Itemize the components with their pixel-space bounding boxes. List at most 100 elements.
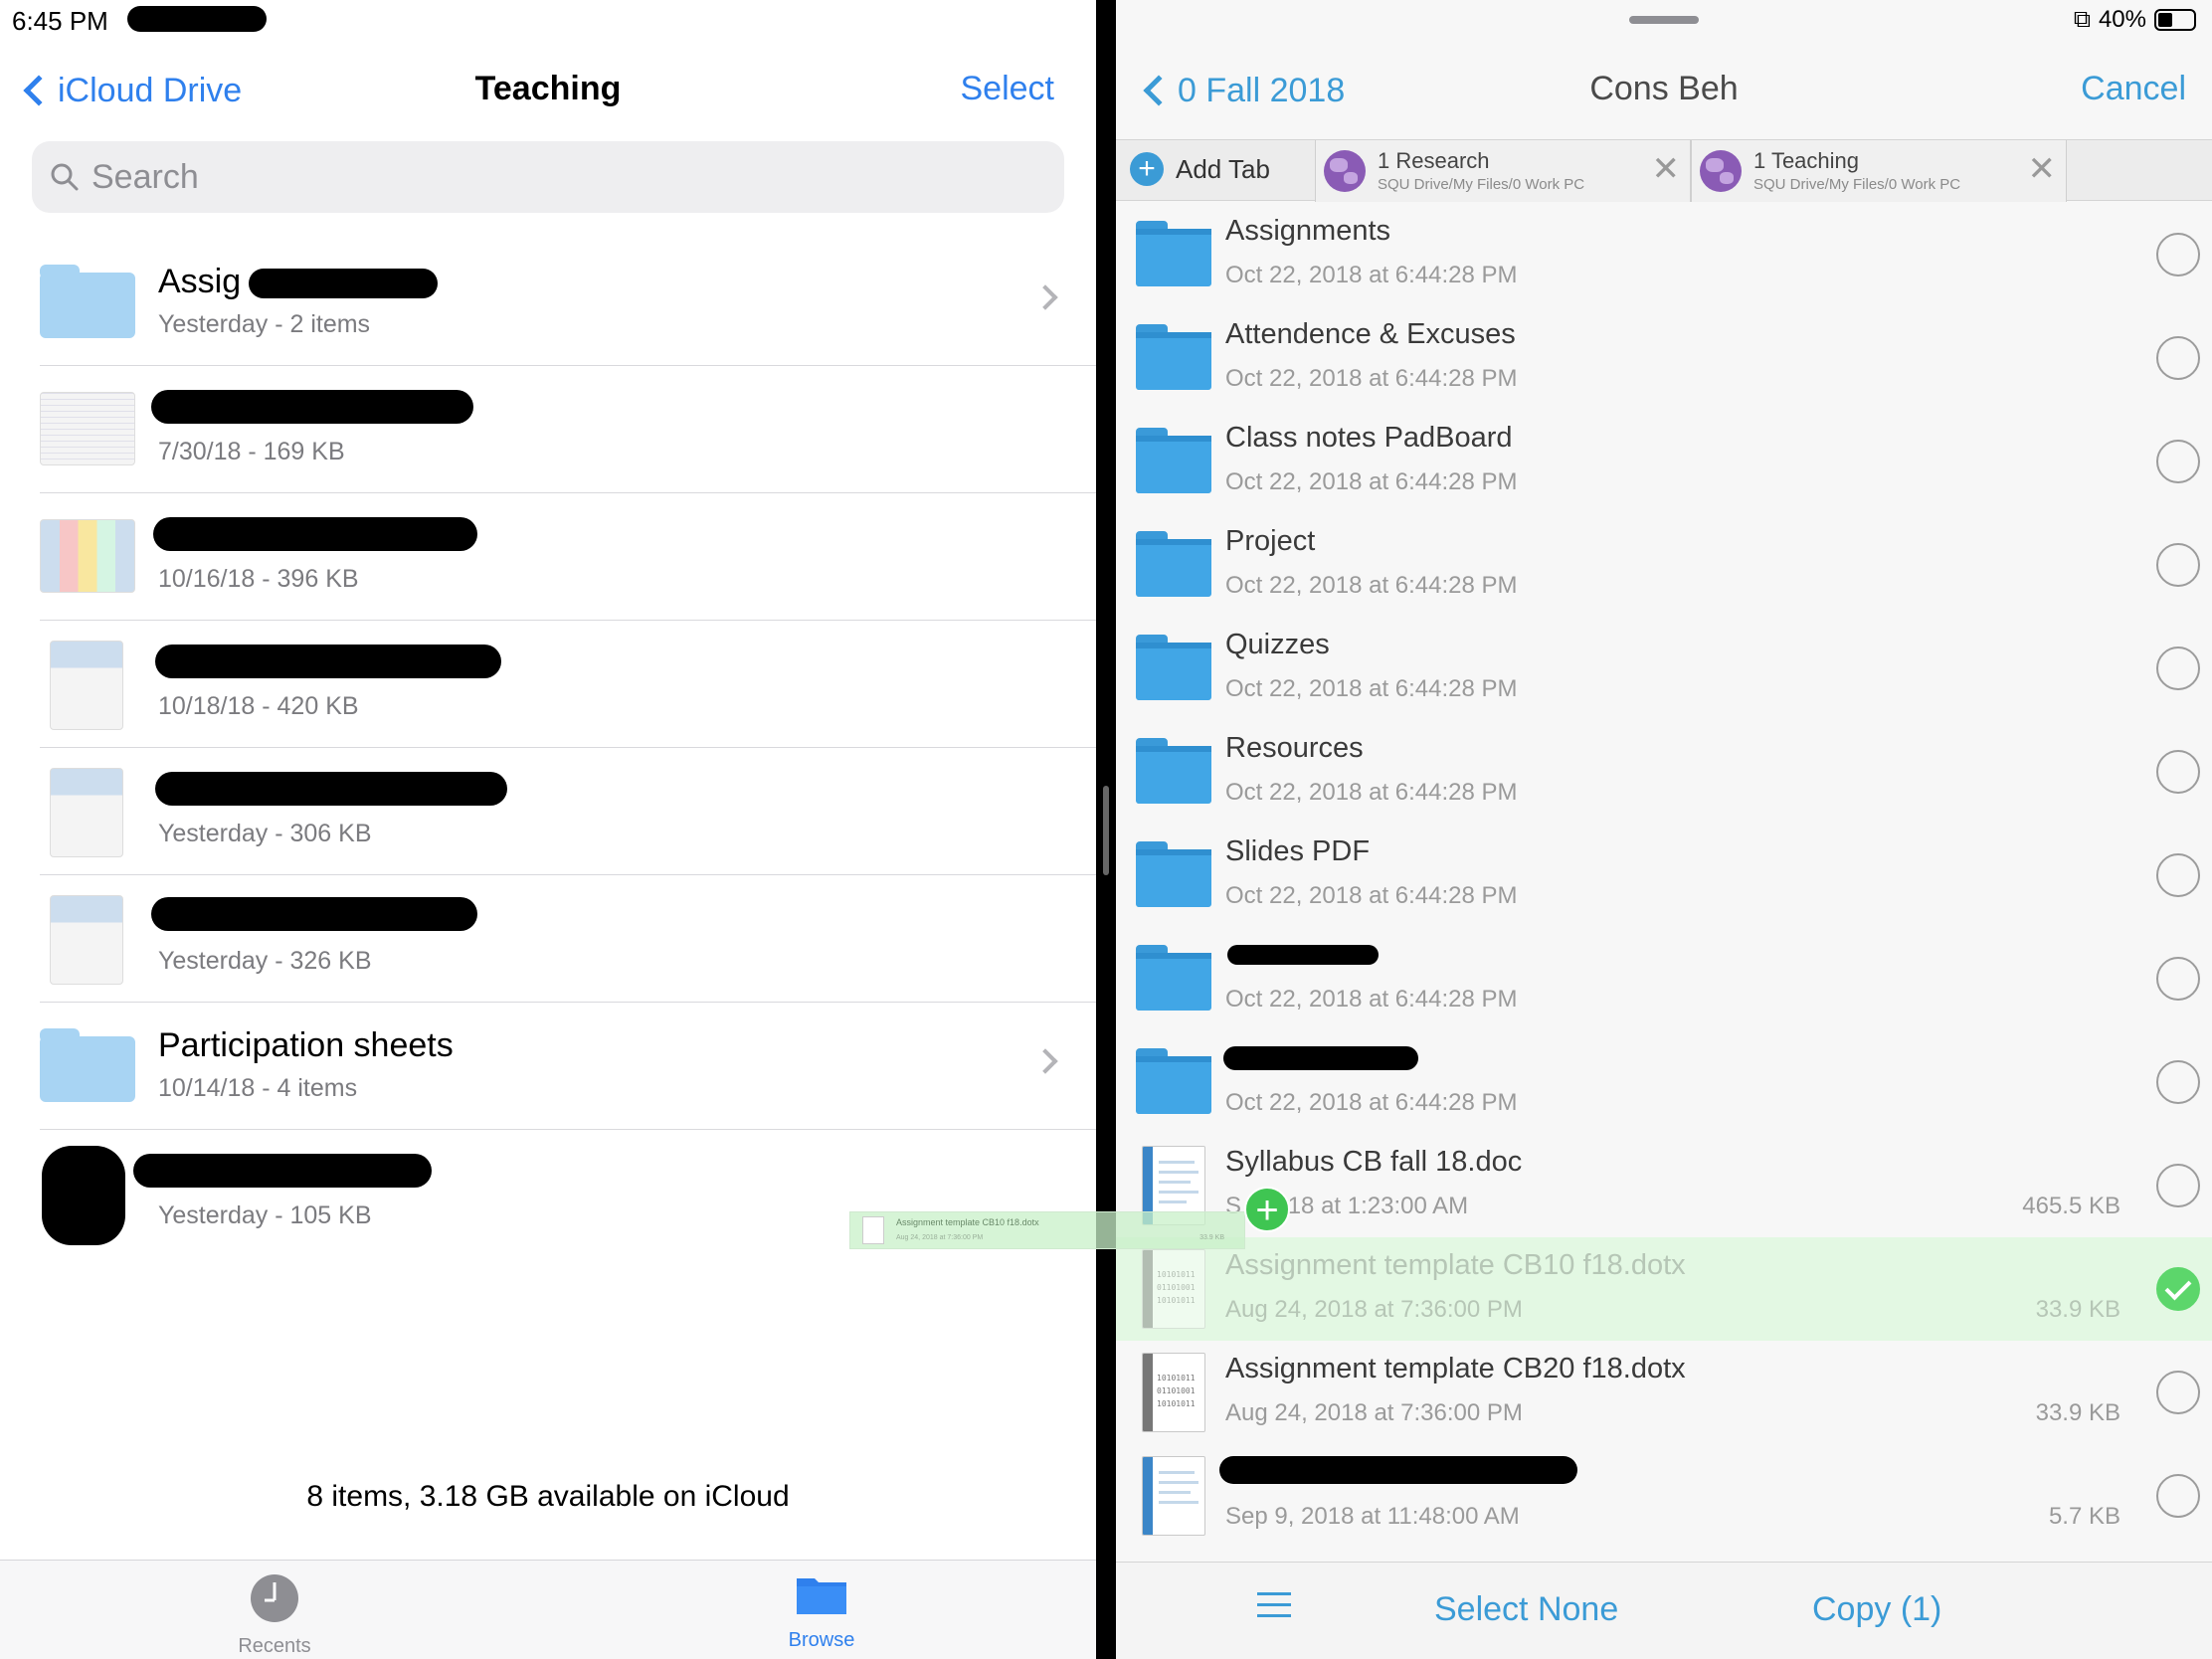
drag-preview-size: 33.9 KB (1199, 1234, 1224, 1241)
item-meta: Yesterday - 306 KB (158, 820, 372, 847)
tab-bar: Recents Browse (0, 1560, 1096, 1659)
select-checkbox[interactable] (2156, 957, 2200, 1001)
item-date: Aug 24, 2018 at 7:36:00 PM (1225, 1296, 1523, 1323)
drag-preview-name: Assignment template CB10 f18.dotx (896, 1217, 1039, 1227)
redaction (155, 772, 507, 806)
select-none-button[interactable]: Select None (1434, 1590, 1618, 1629)
location-tab-teaching[interactable]: 1 Teaching SQU Drive/My Files/0 Work PC … (1691, 140, 2067, 202)
select-checkbox[interactable] (2156, 750, 2200, 794)
list-item[interactable]: Quizzes Oct 22, 2018 at 6:44:28 PM (1116, 617, 2212, 720)
item-meta: Yesterday - 326 KB (158, 947, 372, 975)
tab-path: SQU Drive/My Files/0 Work PC (1753, 176, 1961, 193)
item-date: Oct 22, 2018 at 6:44:28 PM (1225, 882, 1518, 909)
select-checkbox[interactable] (2156, 1164, 2200, 1207)
item-size: 5.7 KB (2048, 1503, 2120, 1530)
list-item[interactable]: Slides PDF Oct 22, 2018 at 6:44:28 PM (1116, 824, 2212, 927)
list-item[interactable]: Yesterday - 326 KB (0, 875, 1096, 1003)
split-view-handle[interactable] (1103, 786, 1109, 875)
item-name: Assignments (1225, 215, 1391, 247)
item-name: Attendence & Excuses (1225, 318, 1516, 350)
redaction (42, 1146, 125, 1245)
item-date: Oct 22, 2018 at 6:44:28 PM (1225, 468, 1518, 495)
item-date: Sep 9, 2018 at 11:48:00 AM (1225, 1503, 1520, 1530)
list-item[interactable]: Sep 9, 2018 at 11:48:00 AM 5.7 KB (1116, 1444, 2212, 1548)
select-checkbox[interactable] (2156, 1371, 2200, 1414)
list-item[interactable]: Assignments Oct 22, 2018 at 6:44:28 PM (1116, 203, 2212, 306)
file-list: Assignments Oct 22, 2018 at 6:44:28 PM A… (1116, 203, 2212, 1548)
list-item[interactable]: 7/30/18 - 169 KB (0, 366, 1096, 493)
redaction (133, 1154, 432, 1188)
item-meta: 10/18/18 - 420 KB (158, 692, 359, 720)
redaction (1223, 1046, 1418, 1070)
select-button[interactable]: Select (961, 70, 1055, 108)
item-meta: 10/14/18 - 4 items (158, 1074, 358, 1102)
list-item[interactable]: Class notes PadBoard Oct 22, 2018 at 6:4… (1116, 410, 2212, 513)
select-checkbox[interactable] (2156, 336, 2200, 380)
select-checkbox[interactable] (2156, 853, 2200, 897)
folder-icon (40, 265, 135, 338)
list-item[interactable]: Participation sheets 10/14/18 - 4 items (0, 1003, 1096, 1130)
select-checkbox[interactable] (2156, 440, 2200, 483)
select-checkbox-checked[interactable] (2156, 1267, 2200, 1311)
redaction (155, 645, 501, 678)
add-tab-button[interactable]: + Add Tab (1130, 152, 1270, 186)
split-view-divider[interactable] (1096, 0, 1116, 1659)
list-item[interactable]: Project Oct 22, 2018 at 6:44:28 PM (1116, 513, 2212, 617)
select-checkbox[interactable] (2156, 1060, 2200, 1104)
search-bar[interactable] (32, 141, 1064, 213)
list-item[interactable]: Assig Yesterday - 2 items (0, 239, 1096, 366)
redaction (249, 269, 438, 298)
tab-browse[interactable]: Browse (722, 1572, 921, 1652)
item-name: Assig (158, 263, 242, 300)
select-checkbox[interactable] (2156, 543, 2200, 587)
search-input[interactable] (92, 157, 987, 197)
location-tabstrip: + Add Tab 1 Research SQU Drive/My Files/… (1116, 139, 2212, 202)
chevron-right-icon (1032, 284, 1058, 310)
page-title: Teaching (474, 70, 622, 107)
item-date: Oct 22, 2018 at 6:44:28 PM (1225, 1089, 1518, 1116)
folder-icon (1136, 841, 1211, 909)
folder-icon (1136, 945, 1211, 1013)
list-item[interactable]: Attendence & Excuses Oct 22, 2018 at 6:4… (1116, 306, 2212, 410)
list-item[interactable]: 10/18/18 - 420 KB (0, 621, 1096, 748)
copy-button[interactable]: Copy (1) (1812, 1590, 1941, 1629)
drag-preview[interactable]: Assignment template CB10 f18.dotx Aug 24… (849, 1211, 1245, 1249)
folder-icon (797, 1578, 846, 1614)
spreadsheet-thumbnail-icon (40, 895, 135, 985)
list-item[interactable]: 10101011 01101001 10101011 Assignment temp… (1116, 1341, 2212, 1444)
list-item[interactable]: Oct 22, 2018 at 6:44:28 PM (1116, 1030, 2212, 1134)
tab-recents[interactable]: Recents (175, 1572, 374, 1658)
file-manager-pane: ⧉ 40% 0 Fall 2018 Cons Beh Cancel + Add … (1116, 0, 2212, 1659)
file-list: Assig Yesterday - 2 items 7/30/18 - 169 … (0, 239, 1096, 1269)
spreadsheet-thumbnail-icon (40, 641, 135, 730)
slide-over-grabber[interactable] (1629, 16, 1699, 24)
close-icon[interactable]: ✕ (1652, 152, 1681, 186)
select-checkbox[interactable] (2156, 1474, 2200, 1518)
folder-icon (1136, 428, 1211, 495)
tab-label: Recents (238, 1635, 311, 1657)
list-item[interactable]: Resources Oct 22, 2018 at 6:44:28 PM (1116, 720, 2212, 824)
folder-icon (1136, 531, 1211, 599)
select-checkbox[interactable] (2156, 233, 2200, 276)
battery-icon (2154, 9, 2196, 31)
spreadsheet-thumbnail-icon (40, 519, 135, 593)
list-item[interactable]: Yesterday - 306 KB (0, 748, 1096, 875)
close-icon[interactable]: ✕ (2028, 152, 2057, 186)
list-item[interactable]: Oct 22, 2018 at 6:44:28 PM (1116, 927, 2212, 1030)
item-date: Oct 22, 2018 at 6:44:28 PM (1225, 262, 1518, 288)
cancel-button[interactable]: Cancel (2081, 70, 2186, 108)
menu-icon[interactable] (1257, 1592, 1291, 1625)
status-time: 6:45 PM (12, 6, 108, 36)
select-checkbox[interactable] (2156, 646, 2200, 690)
folder-icon (1136, 324, 1211, 392)
redaction (127, 6, 267, 32)
spreadsheet-thumbnail-icon (40, 768, 135, 857)
list-item[interactable]: 10101011 01101001 10101011 Assignment temp… (1116, 1237, 2212, 1341)
list-item[interactable]: 10/16/18 - 396 KB (0, 493, 1096, 621)
item-date: Oct 22, 2018 at 6:44:28 PM (1225, 572, 1518, 599)
location-tab-research[interactable]: 1 Research SQU Drive/My Files/0 Work PC … (1315, 140, 1691, 202)
tab-label: Browse (788, 1629, 855, 1651)
binary-file-icon: 10101011 01101001 10101011 (1136, 1353, 1211, 1432)
folder-icon (1136, 1048, 1211, 1116)
drag-copy-plus-icon: + (1244, 1187, 1290, 1232)
